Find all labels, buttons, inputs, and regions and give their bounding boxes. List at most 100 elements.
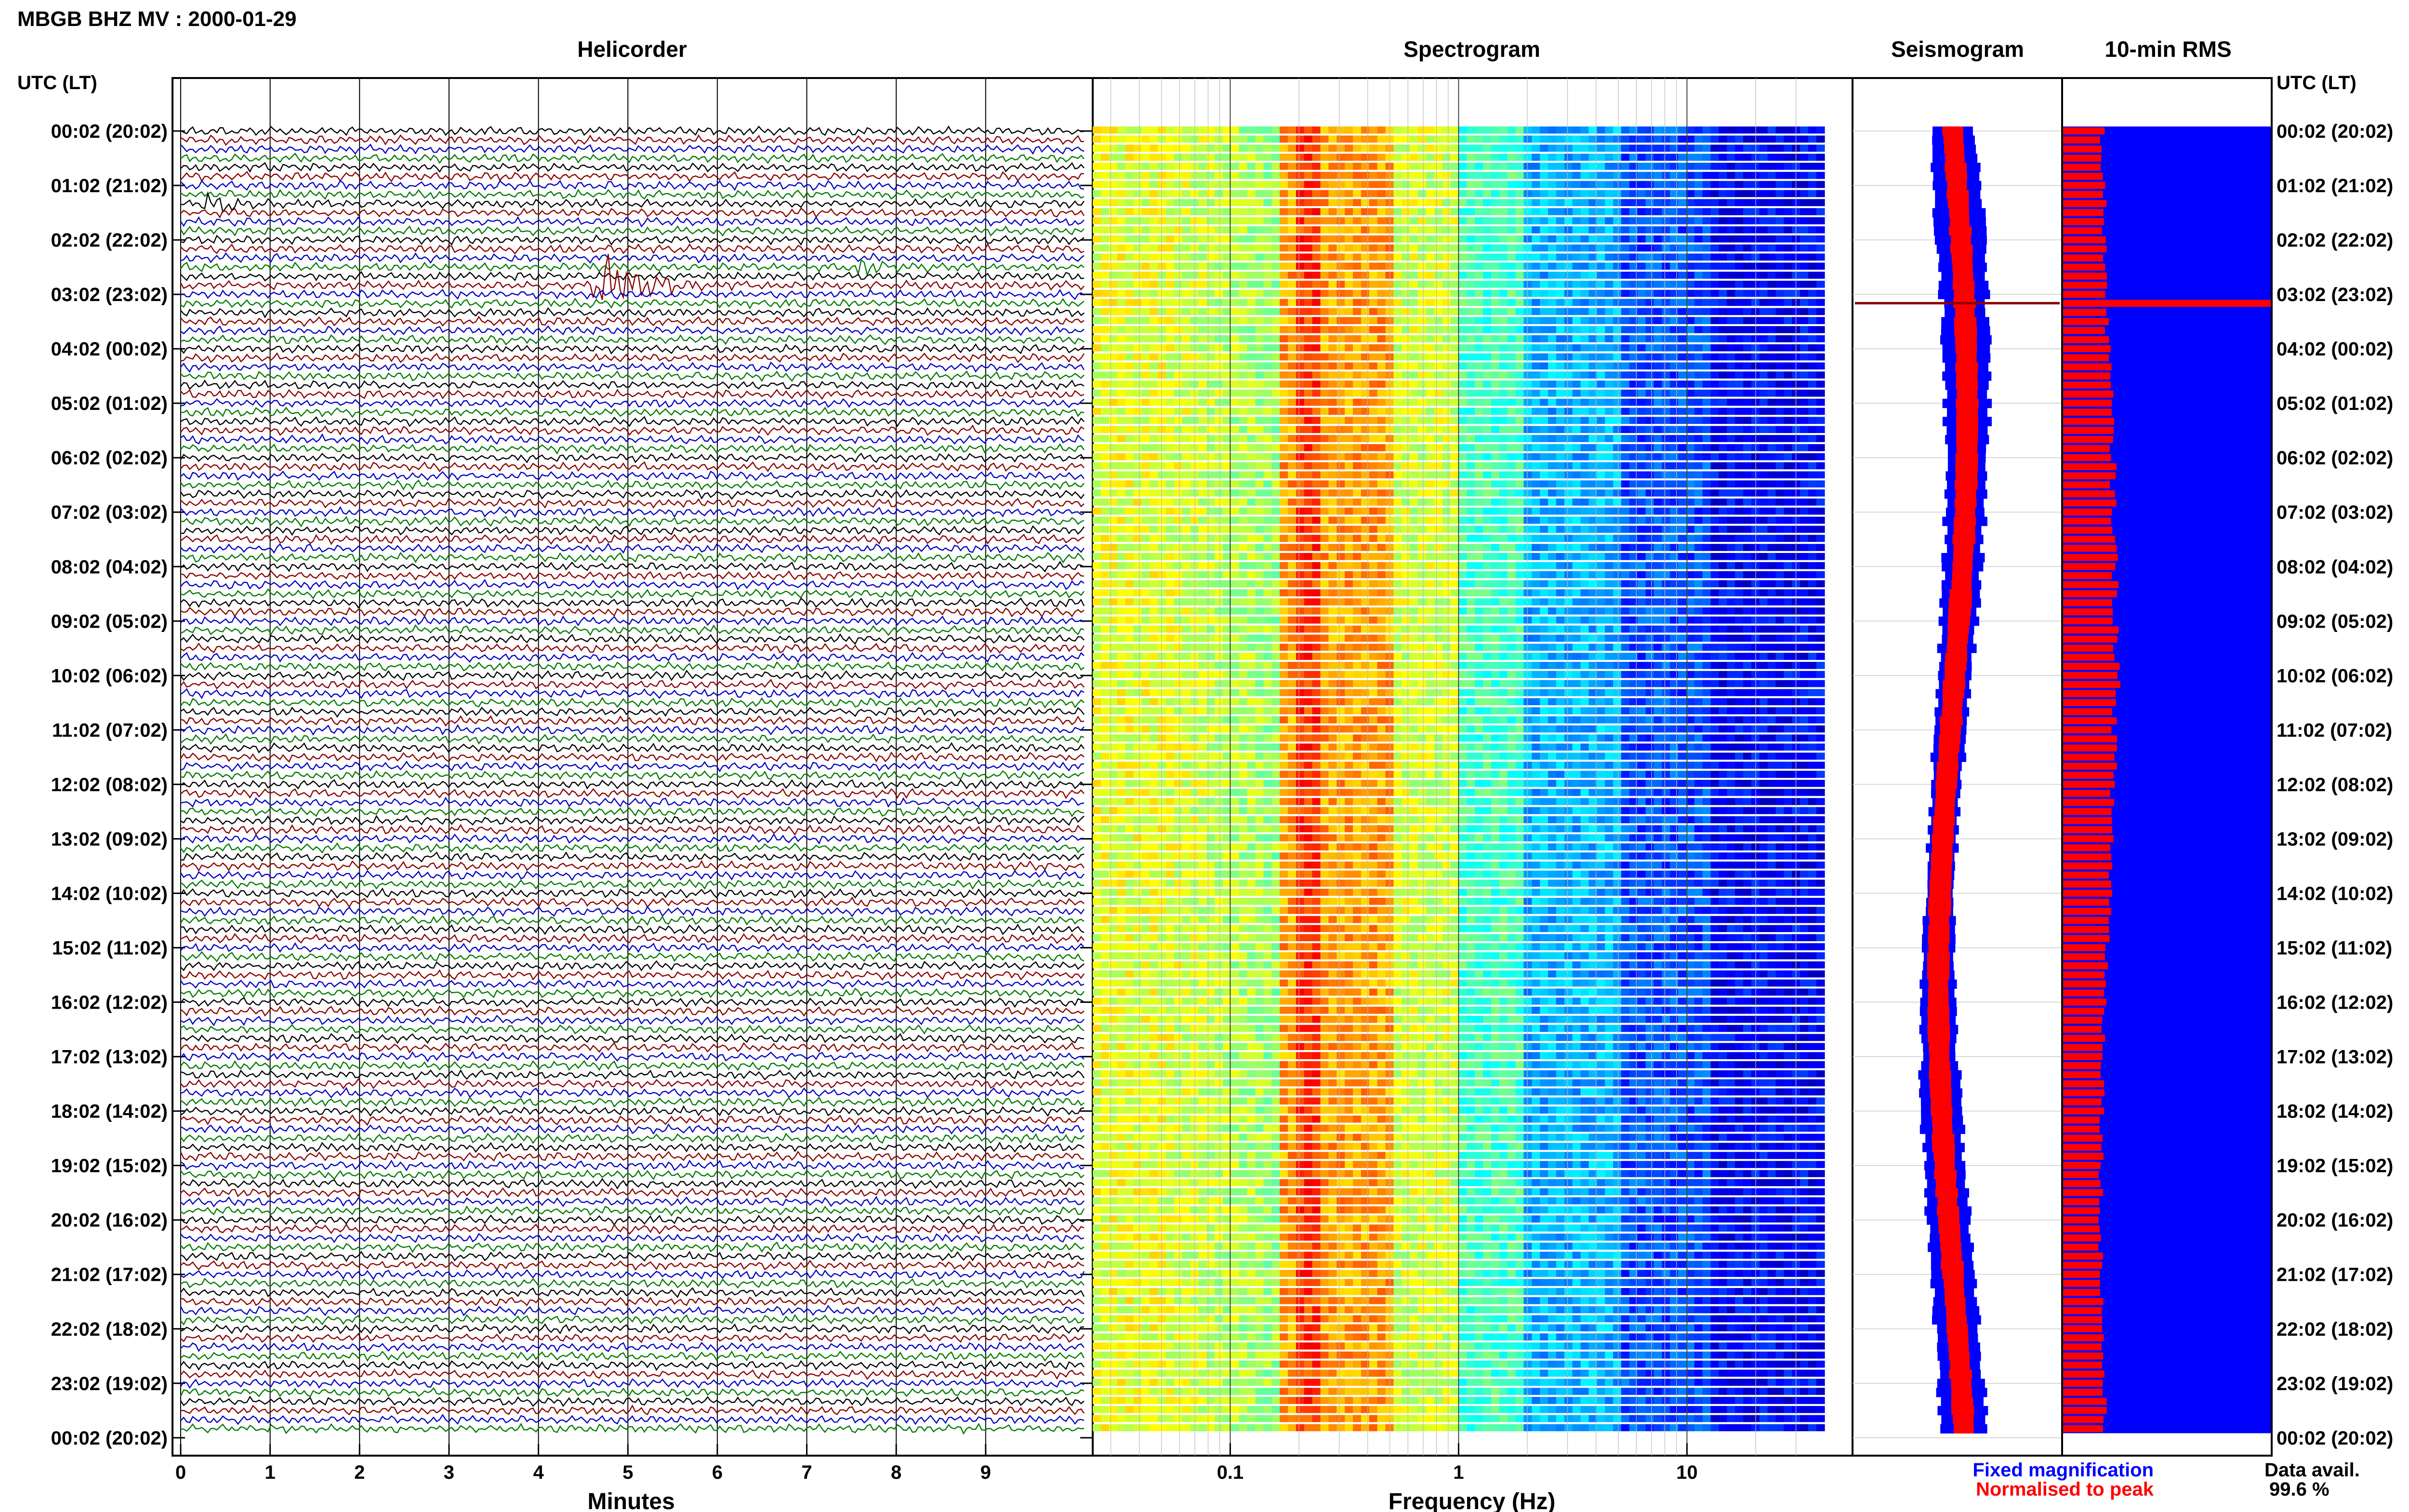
spectrogram-cell	[1198, 571, 1207, 579]
spectrogram-cell	[1402, 535, 1410, 542]
spectrogram-cell	[1288, 353, 1297, 361]
spectrogram-cell	[1271, 507, 1280, 515]
spectrogram-cell	[1556, 171, 1565, 179]
spectrogram-cell	[1670, 326, 1679, 333]
spectrogram-cell	[1467, 272, 1475, 279]
spectrogram-cell	[1117, 280, 1126, 288]
spectrogram-cell	[1645, 471, 1655, 479]
spectrogram-cell	[1515, 507, 1524, 515]
spectrogram-cell	[1800, 272, 1809, 279]
spectrogram-cell	[1239, 362, 1248, 370]
spectrogram-cell	[1345, 126, 1353, 134]
spectrogram-cell	[1320, 280, 1329, 288]
spectrogram-cell	[1393, 181, 1403, 188]
spectrogram-cell	[1353, 562, 1362, 569]
spectrogram-cell	[1548, 217, 1557, 224]
spectrogram-cell	[1629, 444, 1638, 451]
spectrogram-cell	[1694, 471, 1703, 479]
spectrogram-cell	[1621, 226, 1630, 234]
spectrogram-cell	[1345, 208, 1353, 215]
spectrogram-cell	[1564, 544, 1573, 551]
spectrogram-cell	[1377, 589, 1386, 597]
spectrogram-cell	[1719, 154, 1728, 161]
spectrogram-cell	[1434, 280, 1443, 288]
spectrogram-cell	[1540, 235, 1549, 243]
spectrogram-cell	[1100, 462, 1110, 470]
spectrogram-cell	[1410, 145, 1418, 152]
spectrogram-cell	[1426, 289, 1435, 297]
spectrogram-cell	[1434, 226, 1443, 234]
spectrogram-cell	[1361, 562, 1370, 569]
spectrogram-cell	[1165, 226, 1175, 234]
spectrogram-cell	[1117, 489, 1126, 497]
spectrogram-cell	[1255, 362, 1264, 370]
spectrogram-cell	[1515, 335, 1524, 342]
spectrogram-cell	[1775, 381, 1785, 388]
spectrogram-cell	[1377, 571, 1386, 579]
spectrogram-cell	[1792, 154, 1800, 161]
spectrogram-cell	[1710, 426, 1720, 433]
spectrogram-cell	[1125, 126, 1134, 134]
spectrogram-cell	[1499, 253, 1508, 261]
spectrogram-cell	[1304, 371, 1313, 379]
spectrogram-cell	[1597, 308, 1605, 316]
spectrogram-cell	[1743, 145, 1752, 152]
spectrogram-cell	[1165, 326, 1175, 333]
spectrogram-cell	[1263, 280, 1272, 288]
spectrogram-cell	[1686, 462, 1695, 470]
time-label-left: 00:02 (20:02)	[51, 121, 168, 142]
spectrogram-cell	[1158, 263, 1166, 270]
spectrogram-cell	[1727, 253, 1735, 261]
spectrogram-cell	[1767, 426, 1776, 433]
spectrogram-cell	[1621, 444, 1630, 451]
spectrogram-cell	[1605, 299, 1614, 306]
spectrogram-cell	[1767, 135, 1776, 143]
spectrogram-cell	[1637, 145, 1646, 152]
spectrogram-cell	[1198, 344, 1207, 352]
spectrogram-cell	[1263, 317, 1272, 324]
spectrogram-cell	[1393, 162, 1403, 170]
spectrogram-cell	[1556, 516, 1565, 524]
spectrogram-cell	[1743, 362, 1752, 370]
spectrogram-cell	[1393, 381, 1403, 388]
spectrogram-cell	[1621, 199, 1630, 206]
spectrogram-cell	[1100, 226, 1110, 234]
spectrogram-cell	[1719, 535, 1728, 542]
spectrogram-cell	[1247, 335, 1256, 342]
spectrogram-cell	[1174, 471, 1183, 479]
spectrogram-cell	[1361, 235, 1370, 243]
spectrogram-cell	[1564, 208, 1573, 215]
spectrogram-cell	[1198, 145, 1207, 152]
spectrogram-cell	[1117, 580, 1126, 588]
spectrogram-cell	[1198, 589, 1207, 597]
spectrogram-cell	[1556, 272, 1565, 279]
spectrogram-cell	[1418, 444, 1427, 451]
spectrogram-cell	[1580, 444, 1589, 451]
spectrogram-cell	[1182, 171, 1191, 179]
spectrogram-cell	[1540, 471, 1549, 479]
spectrogram-cell	[1670, 199, 1679, 206]
spectrogram-cell	[1158, 526, 1166, 533]
spectrogram-cell	[1328, 263, 1337, 270]
spectrogram-cell	[1174, 371, 1183, 379]
spectrogram-cell	[1410, 444, 1418, 451]
spectrogram-cell	[1393, 135, 1403, 143]
spectrogram-cell	[1743, 253, 1752, 261]
spectrogram-cell	[1337, 471, 1345, 479]
spectrogram-cell	[1353, 417, 1362, 424]
spectrogram-cell	[1280, 371, 1288, 379]
spectrogram-cell	[1288, 253, 1297, 261]
spectrogram-cell	[1719, 135, 1728, 143]
spectrogram-cell	[1190, 553, 1199, 560]
spectrogram-cell	[1345, 489, 1353, 497]
time-label-right: 08:02 (04:02)	[2277, 556, 2393, 578]
time-label-left: 22:02 (18:02)	[51, 1319, 168, 1340]
spectrogram-cell	[1369, 489, 1378, 497]
spectrogram-cell	[1442, 181, 1451, 188]
spectrogram-cell	[1174, 208, 1183, 215]
spectrogram-cell	[1784, 389, 1793, 397]
spectrogram-cell	[1694, 344, 1703, 352]
spectrogram-cell	[1442, 235, 1451, 243]
spectrogram-cell	[1337, 272, 1345, 279]
spectrogram-cell	[1662, 162, 1670, 170]
